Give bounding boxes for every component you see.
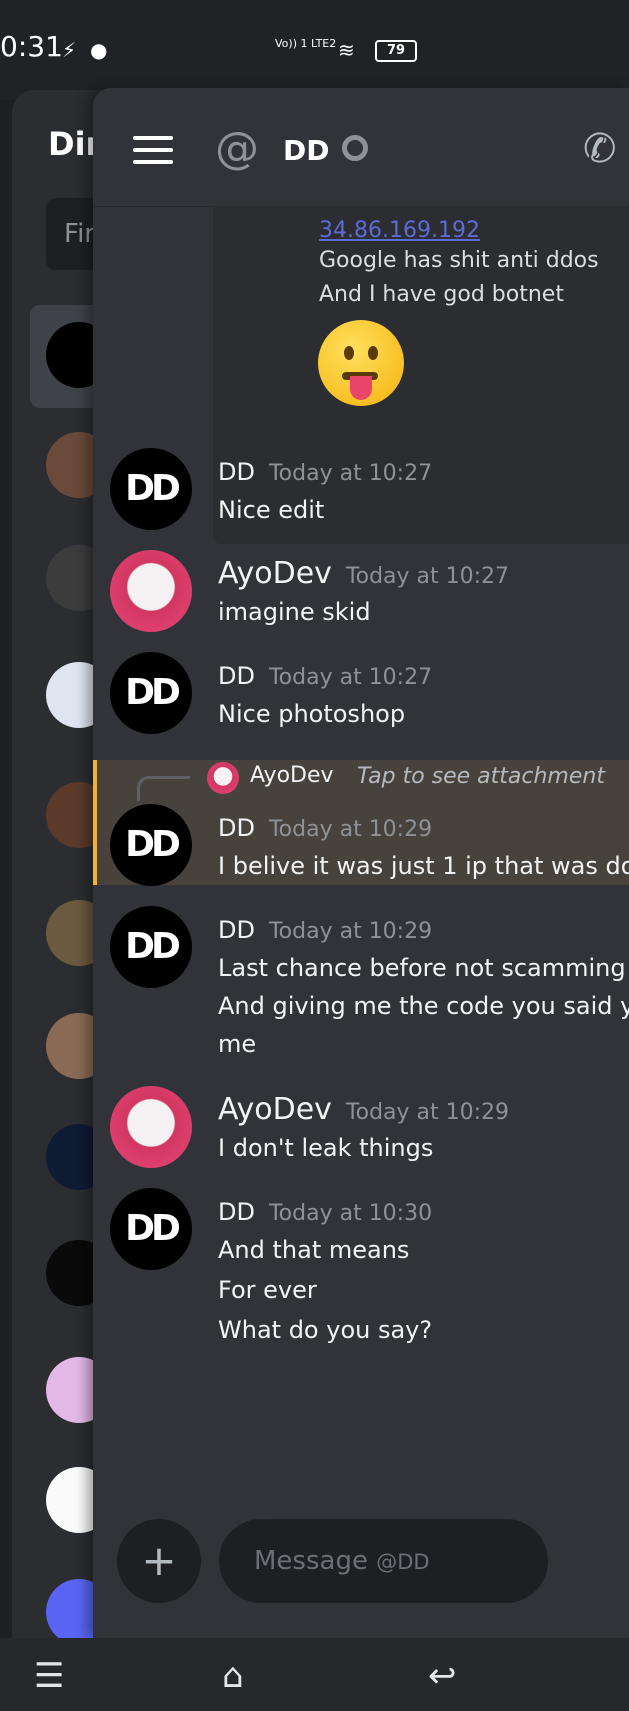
message-timestamp: Today at 10:29 [268, 919, 433, 944]
reply-author[interactable]: AyoDev [250, 763, 334, 788]
message-author[interactable]: DD Today at 10:27 [218, 662, 432, 690]
message-author[interactable]: DD Today at 10:27 [218, 458, 432, 486]
embed-line: And I have god botnet [319, 282, 564, 307]
back-icon[interactable]: ↩ [428, 1656, 457, 1696]
message-text: What do you say? [218, 1316, 433, 1344]
reply-avatar [207, 762, 239, 794]
message-timestamp: Today at 10:27 [345, 564, 510, 589]
chat-header: @ DD ✆ [93, 88, 629, 207]
message-text: Nice edit [218, 496, 325, 524]
offline-status-icon [342, 135, 368, 161]
menu-icon[interactable]: ☰ [34, 1656, 64, 1696]
flash-icon: ⚡ [62, 38, 77, 62]
clock: 0:31 [0, 30, 63, 63]
chat-panel: @ DD ✆ 34.86.169.192 Google has shit ant… [93, 88, 629, 1638]
home-icon[interactable]: ⌂ [222, 1656, 244, 1696]
message-text: Last chance before not scamming [218, 954, 626, 982]
message-author[interactable]: AyoDev Today at 10:29 [218, 1092, 509, 1127]
wifi-icon: ≋ [338, 38, 355, 62]
message-text: For ever [218, 1276, 317, 1304]
message-text: And that means [218, 1236, 410, 1264]
avatar[interactable]: DD [110, 652, 192, 734]
avatar[interactable]: DD [110, 804, 192, 886]
message-text: me [218, 1030, 257, 1058]
avatar[interactable]: DD [110, 1188, 192, 1270]
message-timestamp: Today at 10:29 [268, 817, 433, 842]
call-icon[interactable]: ✆ [583, 126, 617, 172]
at-icon: @ [215, 123, 259, 174]
avatar[interactable]: DD [110, 448, 192, 530]
message-author[interactable]: DD Today at 10:29 [218, 916, 432, 944]
message-author[interactable]: DD Today at 10:30 [218, 1198, 432, 1226]
channel-name[interactable]: DD [283, 134, 329, 167]
message-timestamp: Today at 10:30 [268, 1201, 433, 1226]
embed-line: Google has shit anti ddos [319, 248, 599, 273]
message-timestamp: Today at 10:27 [268, 461, 433, 486]
avatar[interactable] [110, 550, 192, 632]
message-author[interactable]: DD Today at 10:29 [218, 814, 432, 842]
message-text: I don't leak things [218, 1134, 434, 1162]
tongue-out-emoji [318, 320, 404, 406]
plus-icon[interactable]: + [117, 1519, 201, 1603]
avatar[interactable]: DD [110, 906, 192, 988]
message-timestamp: Today at 10:29 [345, 1100, 510, 1125]
system-navbar [0, 1638, 629, 1711]
battery-icon: 79 [375, 40, 417, 62]
message-timestamp: Today at 10:27 [268, 665, 433, 690]
network-indicator: Vo)) 1 LTE2 [275, 37, 337, 50]
message-text: I belive it was just 1 ip that was do [218, 852, 629, 880]
embed-link[interactable]: 34.86.169.192 [319, 218, 480, 243]
chat-bubble-icon: ● [90, 38, 108, 62]
status-bar: 0:31 ⚡ ● Vo)) 1 LTE2 ≋ 79 [0, 0, 629, 100]
avatar[interactable] [110, 1086, 192, 1168]
message-text: imagine skid [218, 598, 371, 626]
message-text: And giving me the code you said y [218, 992, 629, 1020]
reply-connector [137, 776, 190, 801]
message-input[interactable]: Message @DD [228, 1519, 548, 1603]
reply-preview[interactable]: Tap to see attachment [357, 764, 605, 789]
message-text: Nice photoshop [218, 700, 406, 728]
message-author[interactable]: AyoDev Today at 10:27 [218, 556, 509, 591]
hamburger-icon[interactable] [133, 136, 173, 164]
